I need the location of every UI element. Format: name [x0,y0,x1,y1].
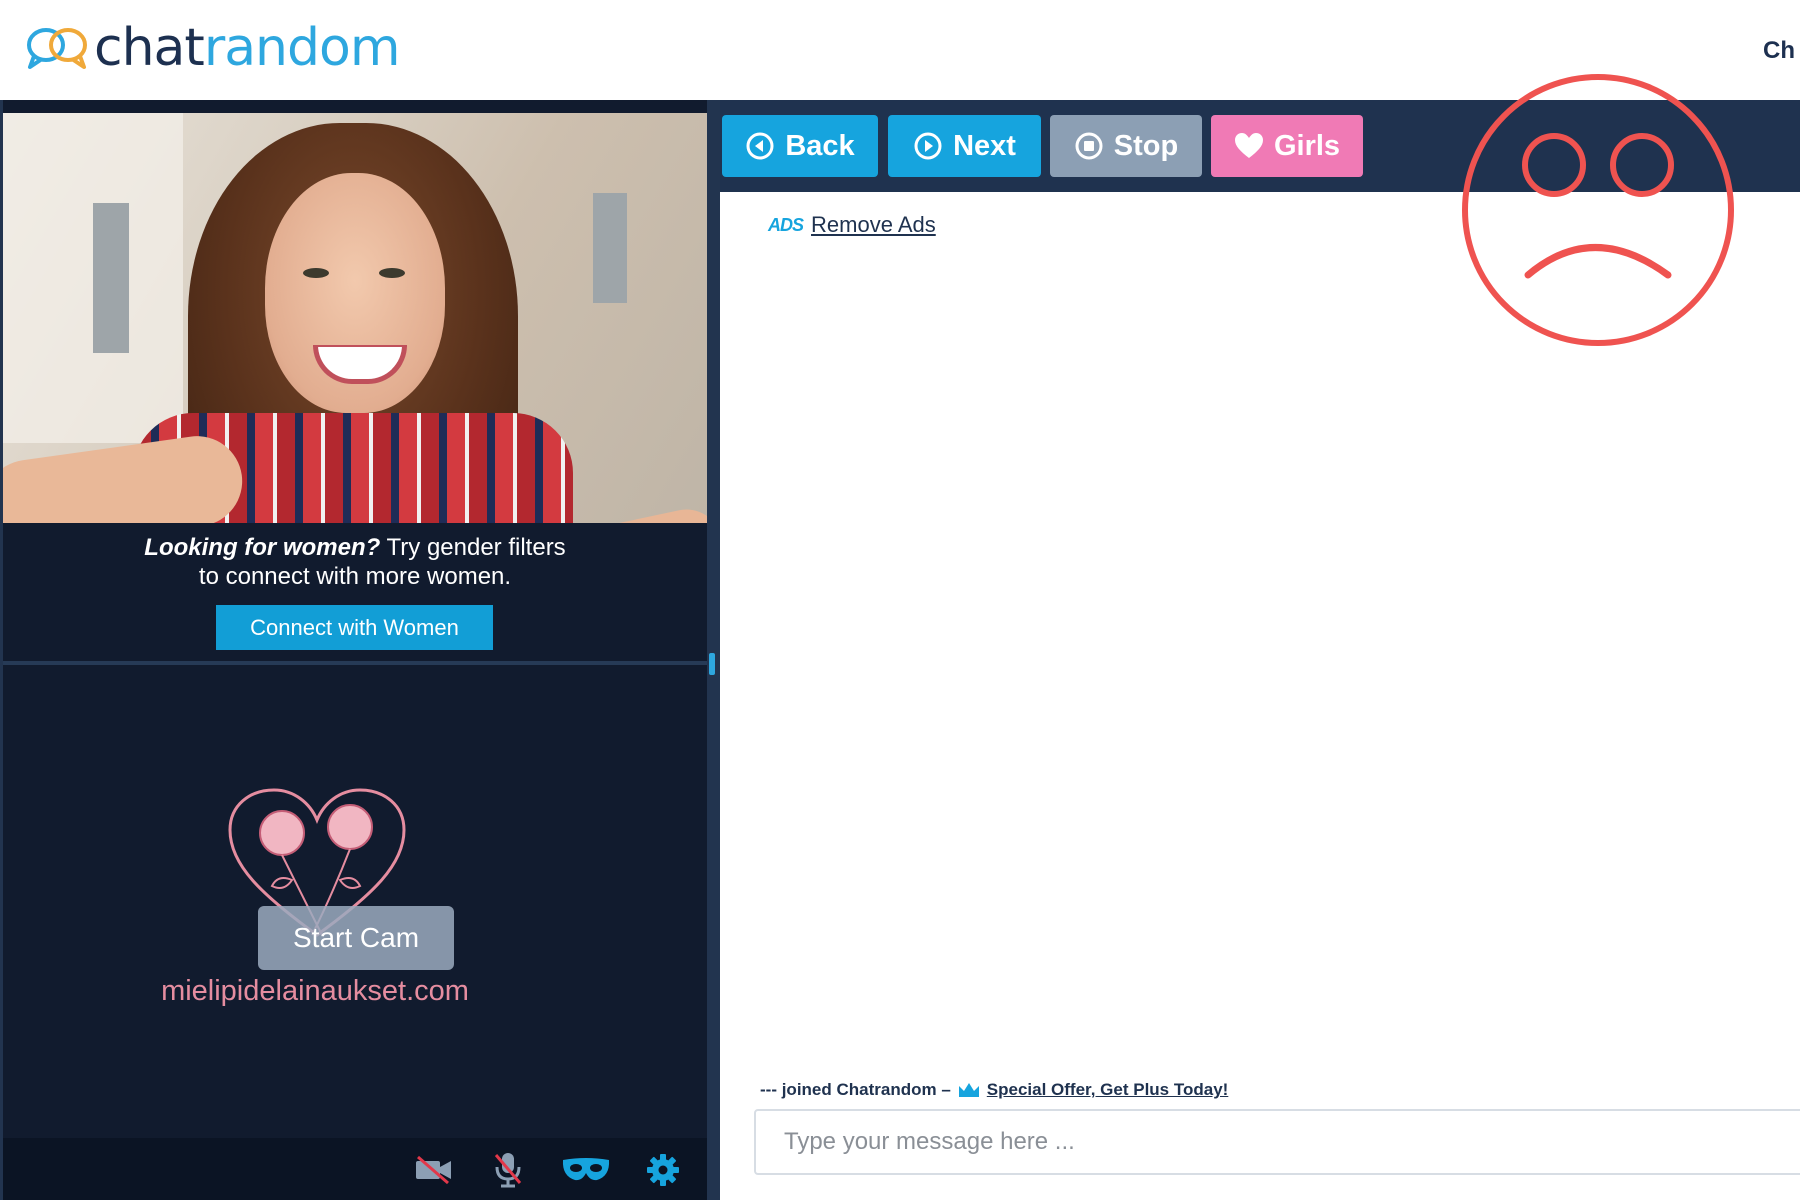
next-button[interactable]: Next [888,115,1041,177]
section-divider [3,661,707,665]
panel-divider[interactable] [707,100,720,1200]
back-label: Back [785,129,855,162]
connect-with-women-button[interactable]: Connect with Women [216,605,493,650]
chat-status-line: --- joined Chatrandom – Special Offer, G… [760,1080,1228,1100]
mic-off-icon[interactable] [490,1152,526,1188]
promo-message: Looking for women? Try gender filters to… [3,533,707,591]
photo-eye [303,268,329,278]
sad-face-icon [1462,74,1734,346]
stop-button[interactable]: Stop [1050,115,1202,177]
header-nav-link[interactable]: Ch [1763,37,1795,65]
video-off-icon[interactable] [413,1152,455,1188]
join-status-text: --- joined Chatrandom – [760,1080,951,1099]
message-input[interactable] [754,1109,1800,1175]
photo-eye [379,268,405,278]
photo-arm [3,430,248,523]
next-label: Next [953,129,1016,162]
chatrandom-logo[interactable]: chatrandom [22,18,400,78]
promo-headline-rest: Try gender filters [380,534,566,561]
promo-photo [3,113,707,523]
gear-icon[interactable] [645,1152,681,1188]
logo-wordmark: chatrandom [94,18,400,78]
back-button[interactable]: Back [722,115,878,177]
ads-icon: ADS [768,214,804,235]
mask-icon[interactable] [560,1152,612,1188]
heart-icon [1234,133,1263,158]
crown-icon [958,1083,979,1097]
promo-headline-italic: Looking for women? [144,534,381,561]
watermark-text: mielipidelainaukset.com [161,975,469,1007]
photo-window [593,193,627,303]
chat-bubbles-icon [27,28,87,69]
remove-ads[interactable]: ADS Remove Ads [768,212,936,238]
special-offer-link[interactable]: Special Offer, Get Plus Today! [987,1080,1229,1100]
remove-ads-link[interactable]: Remove Ads [811,212,936,238]
girls-label: Girls [1273,129,1341,162]
stop-circle-icon [1075,132,1103,160]
promo-line2: to connect with more women. [198,563,512,590]
resize-handle[interactable] [709,653,715,675]
play-circle-icon [914,132,942,160]
girls-filter-button[interactable]: Girls [1211,115,1363,177]
photo-window [93,203,129,353]
stop-label: Stop [1113,129,1179,162]
start-cam-button[interactable]: Start Cam [258,906,454,970]
back-circle-icon [746,132,774,160]
